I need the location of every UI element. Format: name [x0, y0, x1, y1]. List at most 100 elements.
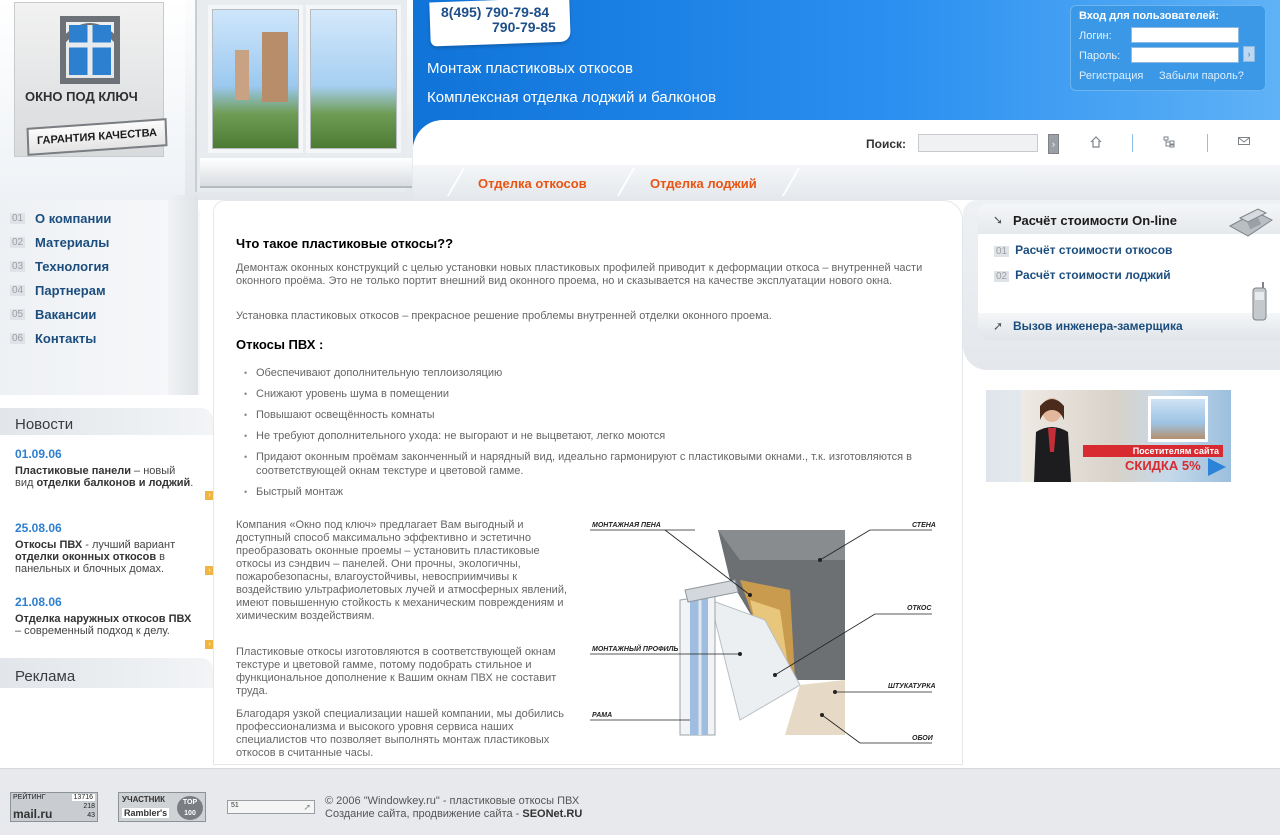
counter-label: РЕЙТИНГ — [13, 794, 46, 801]
list-item: Снижают уровень шума в помещении — [244, 387, 944, 401]
tab-loggias[interactable]: Отделка лоджий — [650, 176, 757, 191]
news-item[interactable]: Отделка наружных откосов ПВХ – современн… — [15, 613, 195, 637]
call-engineer-link[interactable]: Вызов инженера-замерщика — [1013, 319, 1183, 333]
nav-number: 02 — [10, 237, 26, 248]
tab-slopes[interactable]: Отделка откосов — [478, 176, 587, 191]
news-text: - лучший вариант — [82, 539, 176, 551]
news-bold: Пластиковые панели — [15, 465, 131, 477]
phone-number-2: 790-79-85 — [492, 19, 556, 35]
ads-title: Реклама — [15, 668, 76, 685]
search-label: Поиск: — [866, 137, 907, 151]
sidebar-item-partners[interactable]: 04 Партнерам — [0, 280, 200, 304]
slogan-1: Монтаж пластиковых откосов — [427, 60, 633, 77]
sidebar-item-about[interactable]: 01 О компании — [0, 208, 200, 232]
nav-number: 01 — [10, 213, 26, 224]
login-title: Вход для пользователей: — [1079, 10, 1220, 22]
calc-slopes-link[interactable]: 01 Расчёт стоимости откосов — [994, 243, 1172, 257]
news-item[interactable]: Пластиковые панели – новый вид отделки б… — [15, 465, 195, 489]
divider — [1132, 134, 1133, 152]
search-button[interactable]: › — [1048, 134, 1059, 154]
building-image — [235, 50, 249, 100]
news-text: – современный подход к делу. — [15, 625, 170, 637]
sidebar-item-materials[interactable]: 02 Материалы — [0, 232, 200, 256]
sidebar-item-label: Технология — [35, 259, 110, 274]
woman-photo — [1030, 392, 1075, 482]
search-strip — [413, 120, 1280, 165]
password-input[interactable] — [1131, 47, 1239, 63]
sidebar-item-vacancies[interactable]: 05 Вакансии — [0, 304, 200, 328]
sidebar-item-label: Контакты — [35, 331, 97, 346]
counter-label: УЧАСТНИК — [122, 795, 166, 804]
intro-paragraph-2: Установка пластиковых откосов – прекрасн… — [236, 310, 772, 322]
window-glass-left — [208, 5, 303, 153]
slope-cross-section-image — [590, 529, 932, 744]
site-logo[interactable]: ОКНО ПОД КЛЮЧ ГАРАНТИЯ КАЧЕСТВА — [14, 2, 168, 157]
sidebar-item-label: Партнерам — [35, 283, 106, 298]
counter-arrow-icon: ➚ — [303, 802, 311, 812]
sidebar-item-contacts[interactable]: 06 Контакты — [0, 328, 200, 352]
search-input[interactable] — [918, 134, 1038, 152]
news-date[interactable]: 25.08.06 — [15, 521, 62, 535]
mailru-counter[interactable]: РЕЙТИНГ mail.ru 13716 218 43 — [10, 792, 98, 822]
nav-number: 05 — [10, 309, 26, 320]
counter-value: 43 — [87, 812, 95, 819]
home-icon[interactable] — [1089, 136, 1103, 150]
intro-paragraph: Демонтаж оконных конструкций с целью уст… — [236, 262, 923, 287]
site-header: ОКНО ПОД КЛЮЧ ГАРАНТИЯ КАЧЕСТВА 8(495) 7… — [0, 0, 1280, 200]
window-glass-right — [306, 5, 401, 153]
news-date[interactable]: 01.09.06 — [15, 447, 62, 461]
body-paragraph: Компания «Окно под ключ» предлагает Вам … — [236, 519, 568, 622]
counter-value: 51 — [231, 802, 239, 809]
sitemap-icon[interactable] — [1162, 136, 1176, 150]
mobile-phone-icon — [1250, 282, 1270, 322]
news-bold: Откосы ПВХ — [15, 539, 83, 551]
diagram-label-slope: ОТКОС — [907, 605, 932, 612]
calc-item-label: Расчёт стоимости откосов — [1015, 243, 1173, 257]
news-text: . — [190, 477, 194, 489]
register-link[interactable]: Регистрация — [1079, 70, 1143, 82]
promo-line-1: Посетителям сайта — [1083, 445, 1223, 457]
credits: Создание сайта, продвижение сайта - SEON… — [325, 808, 582, 820]
liveinternet-counter[interactable]: 51 ➚ — [227, 800, 315, 814]
news-bold: Отделка наружных откосов ПВХ — [15, 613, 192, 625]
window-logo-icon — [60, 16, 120, 84]
credits-text: Создание сайта, продвижение сайта - — [325, 808, 523, 820]
benefits-list: Обеспечивают дополнительную теплоизоляци… — [244, 366, 944, 506]
diagram-label-foam: МОНТАЖНАЯ ПЕНА — [592, 522, 661, 529]
login-submit-button[interactable]: › — [1243, 46, 1255, 62]
calc-title: Расчёт стоимости On-line — [1013, 213, 1177, 228]
login-input[interactable] — [1131, 27, 1239, 43]
nav-number: 06 — [10, 333, 26, 344]
counter-top: TOP 100 — [177, 796, 203, 820]
diagram-label-profile: МОНТАЖНЫЙ ПРОФИЛЬ — [592, 646, 679, 653]
logo-badge: ГАРАНТИЯ КАЧЕСТВА — [26, 118, 168, 156]
promo-line-2: СКИДКА 5% — [1125, 458, 1201, 473]
page-title: Что такое пластиковые откосы?? — [236, 236, 454, 251]
counter-value: 218 — [83, 803, 95, 810]
password-label: Пароль: — [1079, 50, 1121, 62]
credits-link[interactable]: SEONet.RU — [522, 808, 582, 820]
news-date[interactable]: 21.08.06 — [15, 595, 62, 609]
calc-item-label: Расчёт стоимости лоджий — [1015, 268, 1171, 282]
body-paragraph: Благодаря узкой специализации нашей комп… — [236, 708, 564, 759]
rambler-top100-counter[interactable]: УЧАСТНИК Rambler's TOP 100 — [118, 792, 206, 822]
list-item: Быстрый монтаж — [244, 485, 944, 499]
logo-title: ОКНО ПОД КЛЮЧ — [25, 89, 138, 104]
forgot-password-link[interactable]: Забыли пароль? — [1159, 70, 1244, 82]
nav-number: 03 — [10, 261, 26, 272]
promo-window-image — [1148, 396, 1208, 442]
slope-diagram: МОНТАЖНАЯ ПЕНА СТЕНА ОТКОС МОНТАЖНЫЙ ПРО… — [590, 520, 936, 750]
sidebar-item-label: Вакансии — [35, 307, 97, 322]
mail-icon[interactable] — [1237, 136, 1251, 150]
sidebar-item-technology[interactable]: 03 Технология — [0, 256, 200, 280]
nav-number: 04 — [10, 285, 26, 296]
diagram-label-frame: РАМА — [592, 712, 613, 719]
calc-loggias-link[interactable]: 02 Расчёт стоимости лоджий — [994, 268, 1171, 282]
copyright: © 2006 "Windowkey.ru" - пластиковые отко… — [325, 795, 580, 807]
news-item[interactable]: Откосы ПВХ - лучший вариант отделки окон… — [15, 539, 195, 575]
nav-number: 02 — [994, 271, 1010, 282]
phone-number-1: 8(495) 790-79-84 — [441, 4, 550, 20]
sidebar-item-label: О компании — [35, 211, 112, 226]
news-bold: отделки балконов и лоджий — [36, 477, 191, 489]
news-title: Новости — [15, 416, 74, 433]
